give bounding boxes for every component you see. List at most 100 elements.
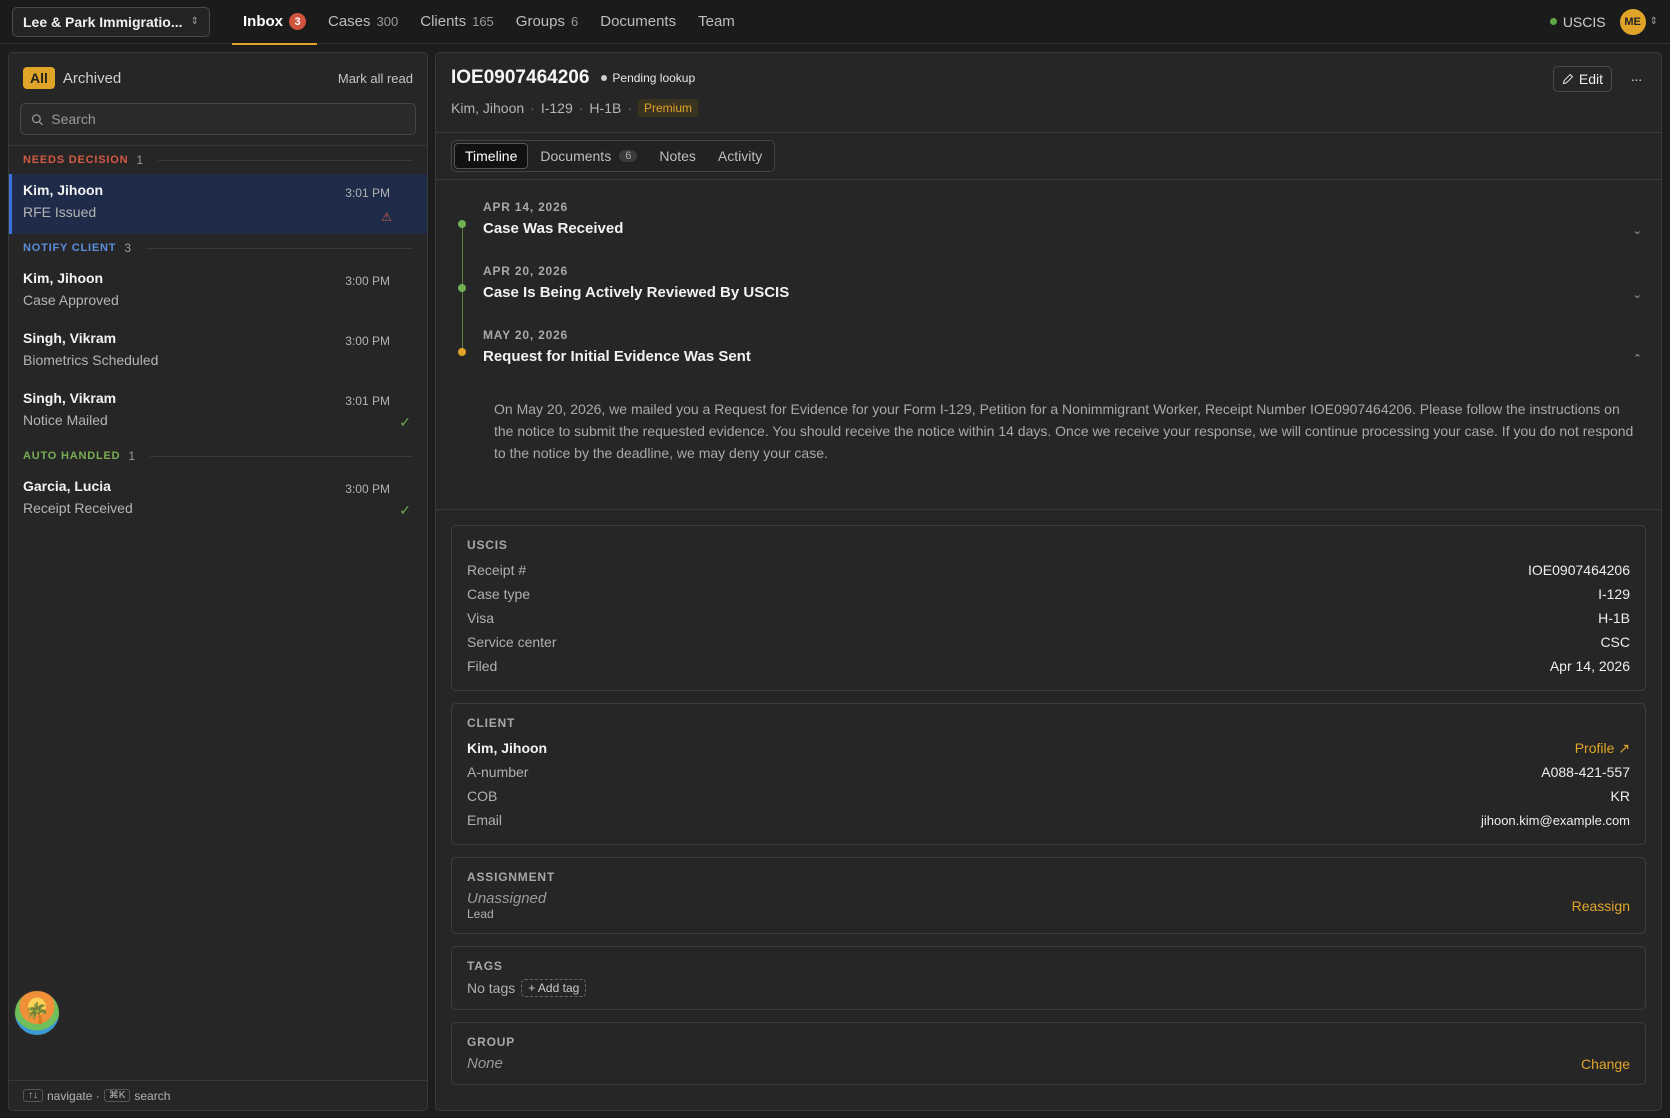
uscis-card: USCIS Receipt # IOE0907464206 Case type I-… [451, 525, 1646, 691]
keyboard-hints: ↑↓ navigate · ⌘K search [9, 1080, 427, 1110]
nav-inbox[interactable]: Inbox 3 [232, 0, 317, 45]
separator: · [578, 100, 584, 116]
field-value: IOE0907464206 [1528, 562, 1630, 578]
field-value: jihoon.kim@example.com [1480, 812, 1630, 828]
field-value: KR [1610, 788, 1630, 804]
field-value: H-1B [1598, 610, 1630, 626]
assignee-value: Unassigned [467, 890, 547, 907]
nav-groups[interactable]: Groups 6 [505, 0, 589, 44]
tab-notes[interactable]: Notes [649, 143, 706, 169]
field-label: Visa [467, 610, 494, 626]
tags-empty-text: No tags [467, 980, 516, 996]
nav-team-label: Team [698, 13, 735, 30]
item-time: 3:00 PM [345, 334, 390, 348]
user-menu[interactable]: ME ⇕ [1619, 8, 1658, 35]
chevron-down-icon[interactable]: ⌄ [1633, 288, 1642, 301]
chevron-down-icon[interactable]: ⌄ [1633, 224, 1642, 237]
timeline-dot [458, 220, 466, 228]
inbox-unread-badge: 3 [289, 13, 306, 30]
group-count: 3 [124, 241, 132, 255]
nav-inbox-label: Inbox [243, 13, 283, 30]
case-detail-panel: IOE0907464206 Pending lookup Kim, Jihoon… [435, 52, 1662, 1111]
inbox-item[interactable]: Singh, Vikram Notice Mailed 3:01 PM ✓ [9, 382, 427, 442]
inbox-item[interactable]: Kim, Jihoon Case Approved 3:00 PM [9, 262, 427, 322]
org-switcher[interactable]: Lee & Park Immigratio... ⇕ [12, 6, 210, 37]
nav-clients[interactable]: Clients 165 [409, 0, 505, 44]
meta-client: Kim, Jihoon [451, 100, 525, 116]
client-name: Kim, Jihoon [467, 740, 548, 756]
card-title: TAGS [467, 959, 503, 973]
field-label: COB [467, 788, 498, 804]
edit-label: Edit [1578, 71, 1603, 87]
inbox-item[interactable]: Kim, Jihoon RFE Issued 3:01 PM ⚠ [9, 174, 427, 234]
pencil-icon [1562, 73, 1574, 85]
chevron-up-icon[interactable]: ⌃ [1633, 352, 1642, 365]
add-tag-button[interactable]: + Add tag [521, 979, 587, 997]
group-card: GROUP None Change [451, 1022, 1646, 1085]
field-value: I-129 [1598, 586, 1630, 602]
nav-cases[interactable]: Cases 300 [317, 0, 409, 44]
separator: · [627, 100, 632, 116]
field-label: Filed [467, 658, 498, 674]
timeline-event[interactable]: MAY 20, 2026 Request for Initial Evidenc… [451, 328, 1646, 392]
case-header: IOE0907464206 Pending lookup Kim, Jihoon… [436, 53, 1661, 133]
tab-label: Activity [717, 148, 763, 164]
card-title: GROUP [467, 1035, 516, 1049]
top-bar: Lee & Park Immigratio... ⇕ Inbox 3 Cases… [0, 0, 1670, 45]
filter-archived[interactable]: Archived [63, 70, 121, 87]
uscis-row-case-type: Case type I-129 [467, 582, 1630, 606]
event-title: Case Is Being Actively Reviewed By USCIS [483, 284, 790, 301]
group-notify-client: NOTIFY CLIENT 3 [9, 234, 427, 262]
tab-documents[interactable]: Documents 6 [530, 143, 647, 169]
timeline-event[interactable]: APR 20, 2026 Case Is Being Actively Revi… [451, 264, 1646, 328]
inbox-item[interactable]: Garcia, Lucia Receipt Received 3:00 PM ✓ [9, 470, 427, 530]
uscis-row-visa: Visa H-1B [467, 606, 1630, 630]
timeline: APR 14, 2026 Case Was Received ⌄ APR 20,… [436, 180, 1661, 510]
reassign-button[interactable]: Reassign [1572, 898, 1630, 914]
card-title: USCIS [467, 538, 508, 552]
nav-team[interactable]: Team [687, 0, 746, 44]
hint-search: search [134, 1088, 171, 1103]
nav-groups-label: Groups [515, 13, 565, 30]
tab-timeline[interactable]: Timeline [454, 143, 529, 169]
status-text: Pending lookup [612, 71, 696, 85]
uscis-row-filed: Filed Apr 14, 2026 [467, 654, 1630, 678]
search-input[interactable] [51, 111, 405, 127]
assignment-card: ASSIGNMENT Unassigned Lead Reassign [451, 857, 1646, 934]
edit-button[interactable]: Edit [1552, 66, 1612, 92]
profile-link[interactable]: Profile ↗ [1575, 740, 1630, 757]
group-count: 1 [136, 153, 144, 167]
event-title: Request for Initial Evidence Was Sent [483, 348, 751, 365]
event-date: APR 20, 2026 [483, 264, 568, 278]
status-badge: Pending lookup [601, 71, 695, 85]
status-label: USCIS [1562, 13, 1606, 30]
nav-clients-count: 165 [472, 14, 494, 29]
event-title: Case Was Received [483, 220, 624, 237]
field-label: Email [467, 812, 503, 828]
search-box [20, 103, 416, 135]
tab-label: Timeline [465, 148, 518, 164]
island-sunset-icon[interactable]: 🌴 [13, 989, 61, 1037]
more-options-icon[interactable]: ··· [1625, 66, 1647, 92]
inbox-item[interactable]: Singh, Vikram Biometrics Scheduled 3:00 … [9, 322, 427, 382]
command-k-icon: ⌘K [103, 1089, 131, 1102]
group-title: NOTIFY CLIENT [23, 242, 117, 254]
mark-all-read-button[interactable]: Mark all read [338, 71, 413, 86]
item-event: Receipt Received [23, 500, 133, 516]
case-meta: Kim, Jihoon · I-129 · H-1B · Premium [451, 99, 1646, 117]
tab-activity[interactable]: Activity [708, 143, 772, 169]
assignee-role: Lead [467, 907, 494, 921]
status-dot-icon [601, 75, 608, 81]
filter-all[interactable]: All [23, 67, 55, 89]
change-group-button[interactable]: Change [1581, 1056, 1630, 1072]
nav-documents[interactable]: Documents [589, 0, 687, 44]
field-value: Apr 14, 2026 [1549, 658, 1630, 674]
timeline-dot [458, 348, 466, 356]
timeline-event[interactable]: APR 14, 2026 Case Was Received ⌄ [451, 200, 1646, 264]
meta-form: I-129 [540, 100, 573, 116]
warning-icon: ⚠ [381, 210, 392, 224]
item-event: Biometrics Scheduled [23, 352, 159, 368]
item-time: 3:01 PM [345, 394, 390, 408]
item-time: 3:01 PM [345, 186, 390, 200]
nav-groups-count: 6 [571, 14, 579, 29]
